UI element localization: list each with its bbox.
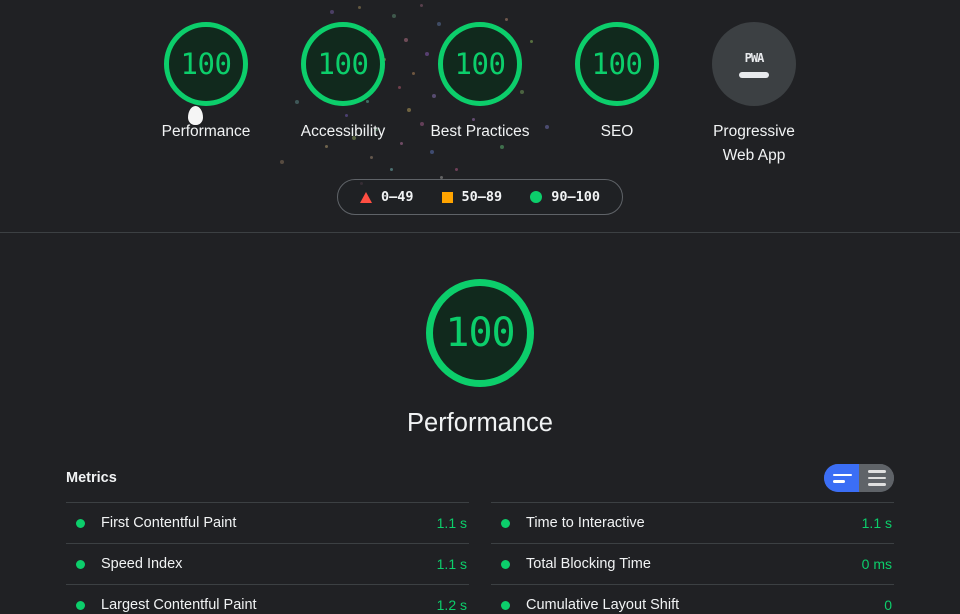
metrics-block: Metrics First Contentful Paint 1.1 s Spe… [0, 464, 960, 614]
score-gauge-best-practices[interactable]: 100 Best Practices [412, 22, 549, 144]
toggle-expanded-view-button[interactable] [824, 464, 859, 492]
expanded-view-icon-line-top [833, 473, 852, 476]
legend-range-fail: 0–49 [381, 189, 414, 206]
pass-circle-icon [501, 518, 510, 528]
gauge-score-performance: 100 [180, 46, 232, 81]
gauge-score-seo: 100 [591, 46, 643, 81]
pass-circle-icon [501, 600, 510, 610]
category-header: 100 Performance [0, 279, 960, 438]
gauge-ring-performance: 100 [164, 22, 248, 106]
metric-name: First Contentful Paint [101, 515, 237, 531]
metric-label-group: First Contentful Paint [76, 515, 236, 531]
metric-row[interactable]: Cumulative Layout Shift 0 [491, 584, 894, 614]
legend-item-average: 50–89 [441, 189, 503, 206]
legend-range-pass: 90–100 [551, 189, 600, 206]
metric-label-group: Speed Index [76, 556, 182, 572]
metric-value: 1.2 s [436, 597, 467, 613]
metric-name: Cumulative Layout Shift [526, 597, 680, 613]
metrics-section-title: Metrics [66, 470, 117, 486]
gauge-label-accessibility: Accessibility [300, 123, 386, 140]
pass-circle-icon [76, 559, 85, 569]
performance-category-section: 100 Performance Metrics First Contentful… [0, 233, 960, 614]
fail-triangle-icon [360, 191, 373, 203]
average-square-icon [441, 191, 453, 203]
pass-circle-icon [76, 518, 85, 528]
expanded-view-icon-line-bottom [833, 480, 845, 483]
toggle-collapsed-view-button[interactable] [859, 464, 894, 492]
metric-label-group: Time to Interactive [501, 515, 645, 531]
metric-label-group: Total Blocking Time [501, 556, 651, 572]
score-gauge-progressive-web-app[interactable]: PWA Progressive Web App [686, 22, 823, 168]
pwa-dash-icon [739, 71, 769, 78]
legend-item-fail: 0–49 [360, 189, 414, 205]
legend-range-average: 50–89 [461, 189, 503, 206]
metric-value: 0 [884, 597, 892, 613]
metric-row[interactable]: First Contentful Paint 1.1 s [66, 502, 469, 543]
score-legend-pill: 0–49 50–89 90–100 [337, 179, 623, 216]
metric-value: 1.1 s [861, 515, 892, 531]
category-title: Performance [407, 409, 553, 437]
score-legend: 0–49 50–89 90–100 [0, 179, 960, 216]
metrics-column-right: Time to Interactive 1.1 s Total Blocking… [491, 502, 894, 614]
metric-value: 0 ms [861, 556, 892, 572]
metrics-grid: First Contentful Paint 1.1 s Speed Index… [66, 502, 894, 614]
category-gauge-score: 100 [445, 310, 515, 356]
metrics-view-toggle[interactable] [824, 464, 894, 492]
gauge-ring-best-practices: 100 [438, 22, 522, 106]
metric-row[interactable]: Largest Contentful Paint 1.2 s [66, 584, 469, 614]
lighthouse-scores-section: 100 Performance 100 Accessibility 100 Be… [0, 0, 960, 233]
metric-row[interactable]: Total Blocking Time 0 ms [491, 543, 894, 584]
pass-circle-icon [530, 191, 543, 204]
score-gauge-accessibility[interactable]: 100 Accessibility [275, 22, 412, 144]
pass-circle-icon [501, 559, 510, 569]
category-gauge-ring: 100 [426, 279, 534, 387]
pwa-label-text: PWA [744, 50, 765, 65]
metric-value: 1.1 s [436, 556, 467, 572]
metric-row[interactable]: Time to Interactive 1.1 s [491, 502, 894, 543]
gauge-label-progressive-web-app: Progressive Web App [713, 123, 795, 165]
gauge-label-seo: SEO [600, 123, 634, 140]
metric-name: Total Blocking Time [526, 556, 651, 572]
pwa-badge-icon: PWA [712, 22, 796, 106]
metric-name: Time to Interactive [526, 515, 645, 531]
metric-label-group: Largest Contentful Paint [76, 597, 257, 613]
metrics-header-row: Metrics [66, 464, 894, 502]
metric-row[interactable]: Speed Index 1.1 s [66, 543, 469, 584]
metric-value: 1.1 s [436, 515, 467, 531]
pass-circle-icon [76, 600, 85, 610]
metric-name: Largest Contentful Paint [101, 597, 257, 613]
legend-item-pass: 90–100 [530, 189, 600, 205]
confetti-dot-icon [390, 168, 393, 171]
metric-name: Speed Index [101, 556, 183, 572]
score-gauge-performance[interactable]: 100 Performance [138, 22, 275, 144]
list-view-icon-line-1 [868, 470, 886, 473]
gauge-label-performance: Performance [161, 123, 251, 140]
category-gauges-row: 100 Performance 100 Accessibility 100 Be… [0, 0, 960, 168]
mouse-cursor [188, 106, 203, 125]
metrics-column-left: First Contentful Paint 1.1 s Speed Index… [66, 502, 469, 614]
list-view-icon-line-3 [868, 483, 886, 486]
score-gauge-seo[interactable]: 100 SEO [549, 22, 686, 144]
gauge-ring-seo: 100 [575, 22, 659, 106]
confetti-dot-icon [455, 168, 458, 171]
metric-label-group: Cumulative Layout Shift [501, 597, 679, 613]
gauge-score-accessibility: 100 [317, 46, 369, 81]
gauge-score-best-practices: 100 [454, 46, 506, 81]
gauge-label-best-practices: Best Practices [430, 123, 530, 140]
gauge-ring-accessibility: 100 [301, 22, 385, 106]
list-view-icon-line-2 [868, 476, 886, 480]
